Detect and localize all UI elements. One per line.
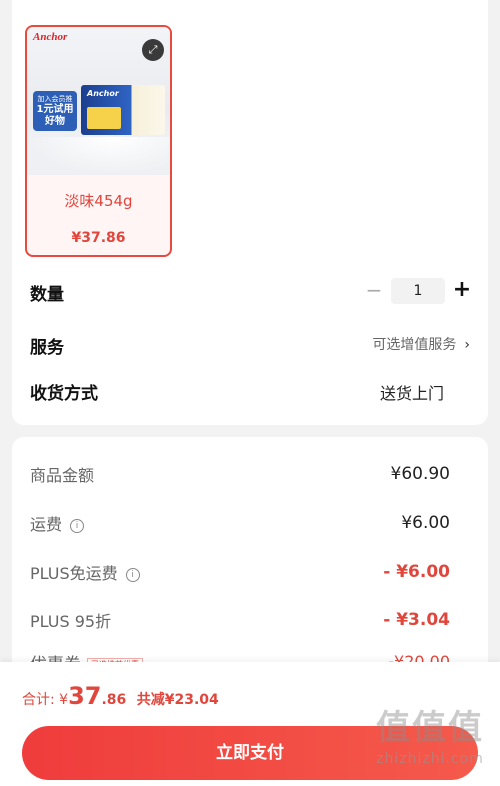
shipping-fee-label: 运费 <box>30 515 63 534</box>
plus-free-shipping-row: PLUS免运费 i <box>30 560 140 584</box>
expand-icon[interactable]: ⤢ <box>142 39 164 61</box>
total-saved: 共减¥23.04 <box>136 692 219 708</box>
quantity-label: 数量 <box>30 285 64 305</box>
chevron-right-icon: › <box>464 337 470 353</box>
service-value: 可选增值服务 <box>372 337 457 353</box>
product-variant-tile[interactable]: Anchor ⤢ 加入会员推 1元试用 好物 Anchor 淡味454g ¥37… <box>25 25 172 257</box>
product-image: Anchor ⤢ 加入会员推 1元试用 好物 Anchor <box>27 27 170 175</box>
plus-discount-value: - ¥3.04 <box>383 610 450 630</box>
service-selector[interactable]: 可选增值服务 › <box>372 334 470 354</box>
brand-logo: Anchor <box>33 31 68 43</box>
pay-now-button[interactable]: 立即支付 <box>22 726 478 780</box>
info-icon[interactable]: i <box>70 519 85 533</box>
quantity-minus-button[interactable]: − <box>364 278 384 302</box>
promo-badge: 加入会员推 1元试用 好物 <box>33 91 77 131</box>
service-label: 服务 <box>30 338 64 358</box>
delivery-label: 收货方式 <box>30 384 98 404</box>
order-total: 合计: ¥37.86 共减¥23.04 <box>22 682 219 710</box>
shipping-fee-row: 运费 i <box>30 511 85 535</box>
variant-price: ¥37.86 <box>71 230 126 246</box>
delivery-value: 送货上门 <box>379 384 444 403</box>
plus-free-shipping-value: - ¥6.00 <box>383 562 450 582</box>
milk-splash-image <box>27 137 170 175</box>
plus-free-shipping-label: PLUS免运费 <box>30 564 118 583</box>
checkout-footer: 合计: ¥37.86 共减¥23.04 立即支付 <box>0 662 500 786</box>
quantity-plus-button[interactable]: + <box>451 276 473 304</box>
butter-package-image: Anchor <box>81 85 165 135</box>
subtotal-label: 商品金额 <box>30 466 95 485</box>
shipping-fee-value: ¥6.00 <box>401 513 450 533</box>
quantity-input[interactable]: 1 <box>391 278 445 304</box>
subtotal-value: ¥60.90 <box>390 464 450 484</box>
variant-name: 淡味454g <box>64 192 133 210</box>
plus-discount-label: PLUS 95折 <box>30 612 112 631</box>
info-icon[interactable]: i <box>125 568 140 582</box>
